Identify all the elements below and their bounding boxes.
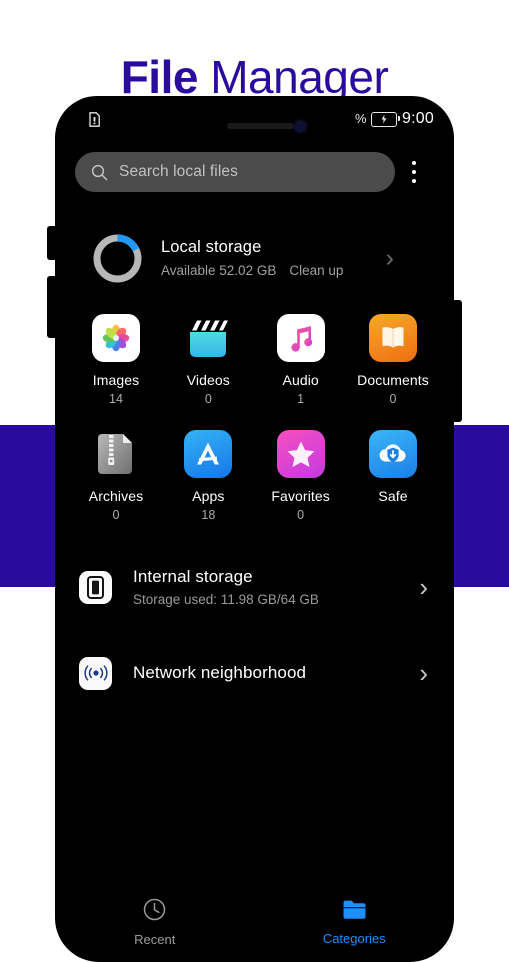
storage-row-subtitle: Storage used: 11.98 GB/64 GB (133, 591, 319, 607)
category-label: Safe (378, 488, 408, 504)
photos-flower-icon (92, 314, 140, 362)
local-storage-row[interactable]: Local storage Available 52.02 GB Clean u… (55, 218, 454, 298)
category-item-videos[interactable]: Videos 0 (169, 314, 247, 407)
zip-file-icon (92, 430, 140, 478)
storage-row-text: Internal storage Storage used: 11.98 GB/… (133, 566, 419, 609)
chevron-right-icon[interactable]: › (386, 245, 394, 271)
open-book-icon (368, 314, 417, 362)
category-label: Images (92, 372, 140, 388)
clock-icon (143, 898, 166, 926)
folder-icon (342, 899, 367, 925)
local-storage-title: Local storage (161, 237, 262, 256)
phone-mockup: % 9:00 Search local files Local storage … (55, 96, 454, 962)
storage-row-network[interactable]: Network neighborhood › (55, 642, 454, 704)
category-item-documents[interactable]: Documents 0 (354, 314, 432, 407)
search-input[interactable]: Search local files (75, 152, 395, 192)
status-bar: % 9:00 (55, 96, 454, 144)
chevron-right-icon[interactable]: › (419, 574, 428, 600)
category-count: 0 (112, 508, 120, 522)
category-count: 18 (201, 508, 216, 522)
category-label: Documents (357, 372, 429, 388)
front-camera (295, 121, 306, 132)
category-row-1: Images 14 Videos 0 Audio 1 Documents 0 (55, 314, 454, 407)
category-item-safe[interactable]: Safe (354, 430, 432, 523)
category-count: 0 (389, 392, 397, 406)
status-bar-right: % 9:00 (355, 109, 434, 129)
category-item-favorites[interactable]: Favorites 0 (262, 430, 340, 523)
search-icon (91, 164, 108, 181)
local-storage-text: Local storage Available 52.02 GB Clean u… (161, 237, 386, 280)
category-label: Archives (88, 488, 144, 504)
document-sim-icon (89, 112, 100, 127)
page-title-light: Manager (210, 50, 389, 103)
category-item-archives[interactable]: Archives 0 (77, 430, 155, 523)
music-note-icon (276, 314, 325, 362)
nav-tab-label: Categories (322, 931, 386, 946)
category-label: Favorites (271, 488, 330, 504)
status-bar-clock: 9:00 (402, 110, 434, 127)
category-label: Videos (186, 372, 230, 388)
page-title-bold: File (120, 50, 199, 103)
local-storage-available: Available 52.02 GB (161, 262, 277, 278)
category-row-2: Archives 0 Apps 18 Favorites 0 Safe (55, 430, 454, 523)
category-item-apps[interactable]: Apps 18 (169, 430, 247, 523)
category-count: 0 (204, 392, 212, 406)
storage-row-text: Network neighborhood (133, 662, 419, 684)
cloud-shield-icon (368, 430, 417, 478)
category-count: 14 (109, 392, 123, 406)
category-label: Audio (282, 372, 319, 388)
star-icon (276, 430, 325, 478)
clapperboard-icon (184, 314, 232, 362)
search-row: Search local files (55, 150, 454, 194)
clean-up-link[interactable]: Clean up (289, 262, 343, 280)
app-store-icon (184, 430, 233, 478)
nav-tab-recent[interactable]: Recent (55, 884, 255, 962)
battery-percent-symbol: % (354, 111, 367, 126)
category-count: 0 (297, 508, 305, 522)
nav-tab-label: Recent (134, 932, 176, 947)
phone-icon (79, 570, 112, 604)
chevron-right-icon[interactable]: › (419, 660, 428, 686)
battery-charging-icon (371, 111, 401, 127)
storage-row-title: Network neighborhood (133, 663, 307, 682)
storage-row-internal[interactable]: Internal storage Storage used: 11.98 GB/… (55, 556, 454, 618)
storage-row-title: Internal storage (133, 566, 253, 586)
nav-tab-categories[interactable]: Categories (255, 884, 455, 962)
kebab-menu-icon[interactable] (399, 152, 429, 192)
local-storage-subtitle: Available 52.02 GB Clean up (161, 262, 386, 280)
earpiece-speaker (227, 123, 294, 129)
bottom-navigation: Recent Categories (55, 884, 454, 962)
category-item-images[interactable]: Images 14 (77, 314, 155, 407)
category-grid: Images 14 Videos 0 Audio 1 Documents 0 A… (55, 314, 454, 546)
storage-donut-chart (91, 232, 144, 285)
category-count: 1 (297, 392, 305, 406)
category-item-audio[interactable]: Audio 1 (262, 314, 340, 407)
broadcast-icon (79, 656, 112, 690)
status-bar-left (89, 112, 100, 127)
category-label: Apps (192, 488, 225, 504)
search-placeholder: Search local files (119, 163, 238, 180)
